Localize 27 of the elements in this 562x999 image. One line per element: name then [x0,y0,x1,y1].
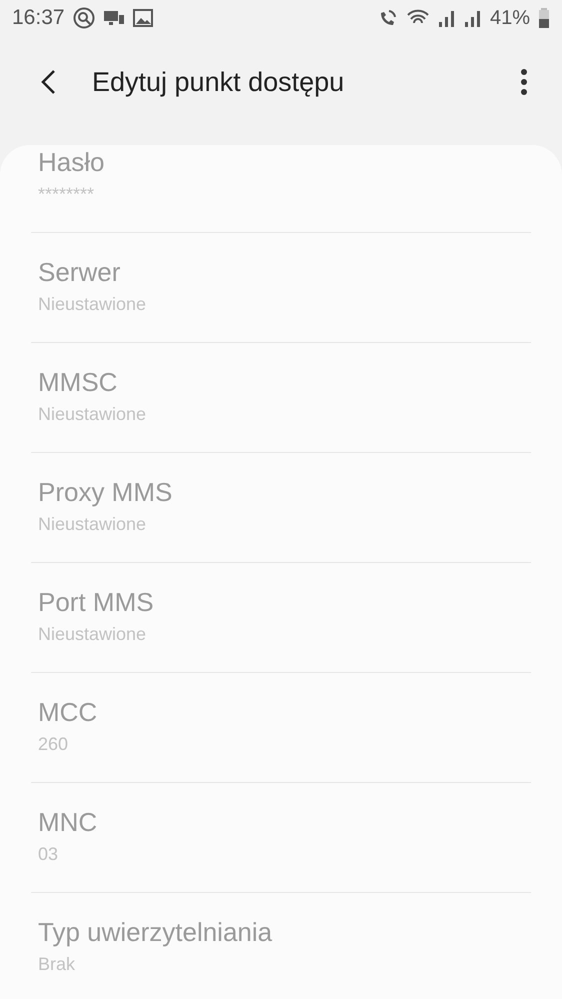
setting-label: Hasło [38,147,106,178]
setting-label: MMSC [38,367,118,398]
setting-label: MNC [38,807,98,838]
setting-value: ******** [38,184,96,205]
setting-value: 260 [38,734,70,755]
battery-icon [538,7,550,29]
battery-percent: 41% [490,6,530,30]
signal-icon [438,8,456,28]
search-icon [72,7,95,29]
setting-value: Nieustawione [38,404,148,425]
setting-value: Nieustawione [38,514,148,535]
status-time: 16:37 [12,6,65,30]
setting-label: Port MMS [38,587,155,618]
setting-label: Proxy MMS [38,477,174,508]
setting-label: MCC [38,697,98,728]
setting-label: Serwer [38,257,122,288]
back-icon [40,69,56,95]
setting-value: Nieustawione [38,294,148,315]
signal-icon [464,8,482,28]
image-icon [132,8,153,28]
page-title: Edytuj punkt dostępu [92,66,346,98]
setting-value: 03 [38,844,60,865]
setting-value: Nieustawione [38,624,148,645]
more-options-icon [520,68,528,96]
monitor-icon [102,8,125,28]
setting-value: Brak [38,954,76,975]
setting-label: Typ uwierzytelniania [38,917,274,948]
